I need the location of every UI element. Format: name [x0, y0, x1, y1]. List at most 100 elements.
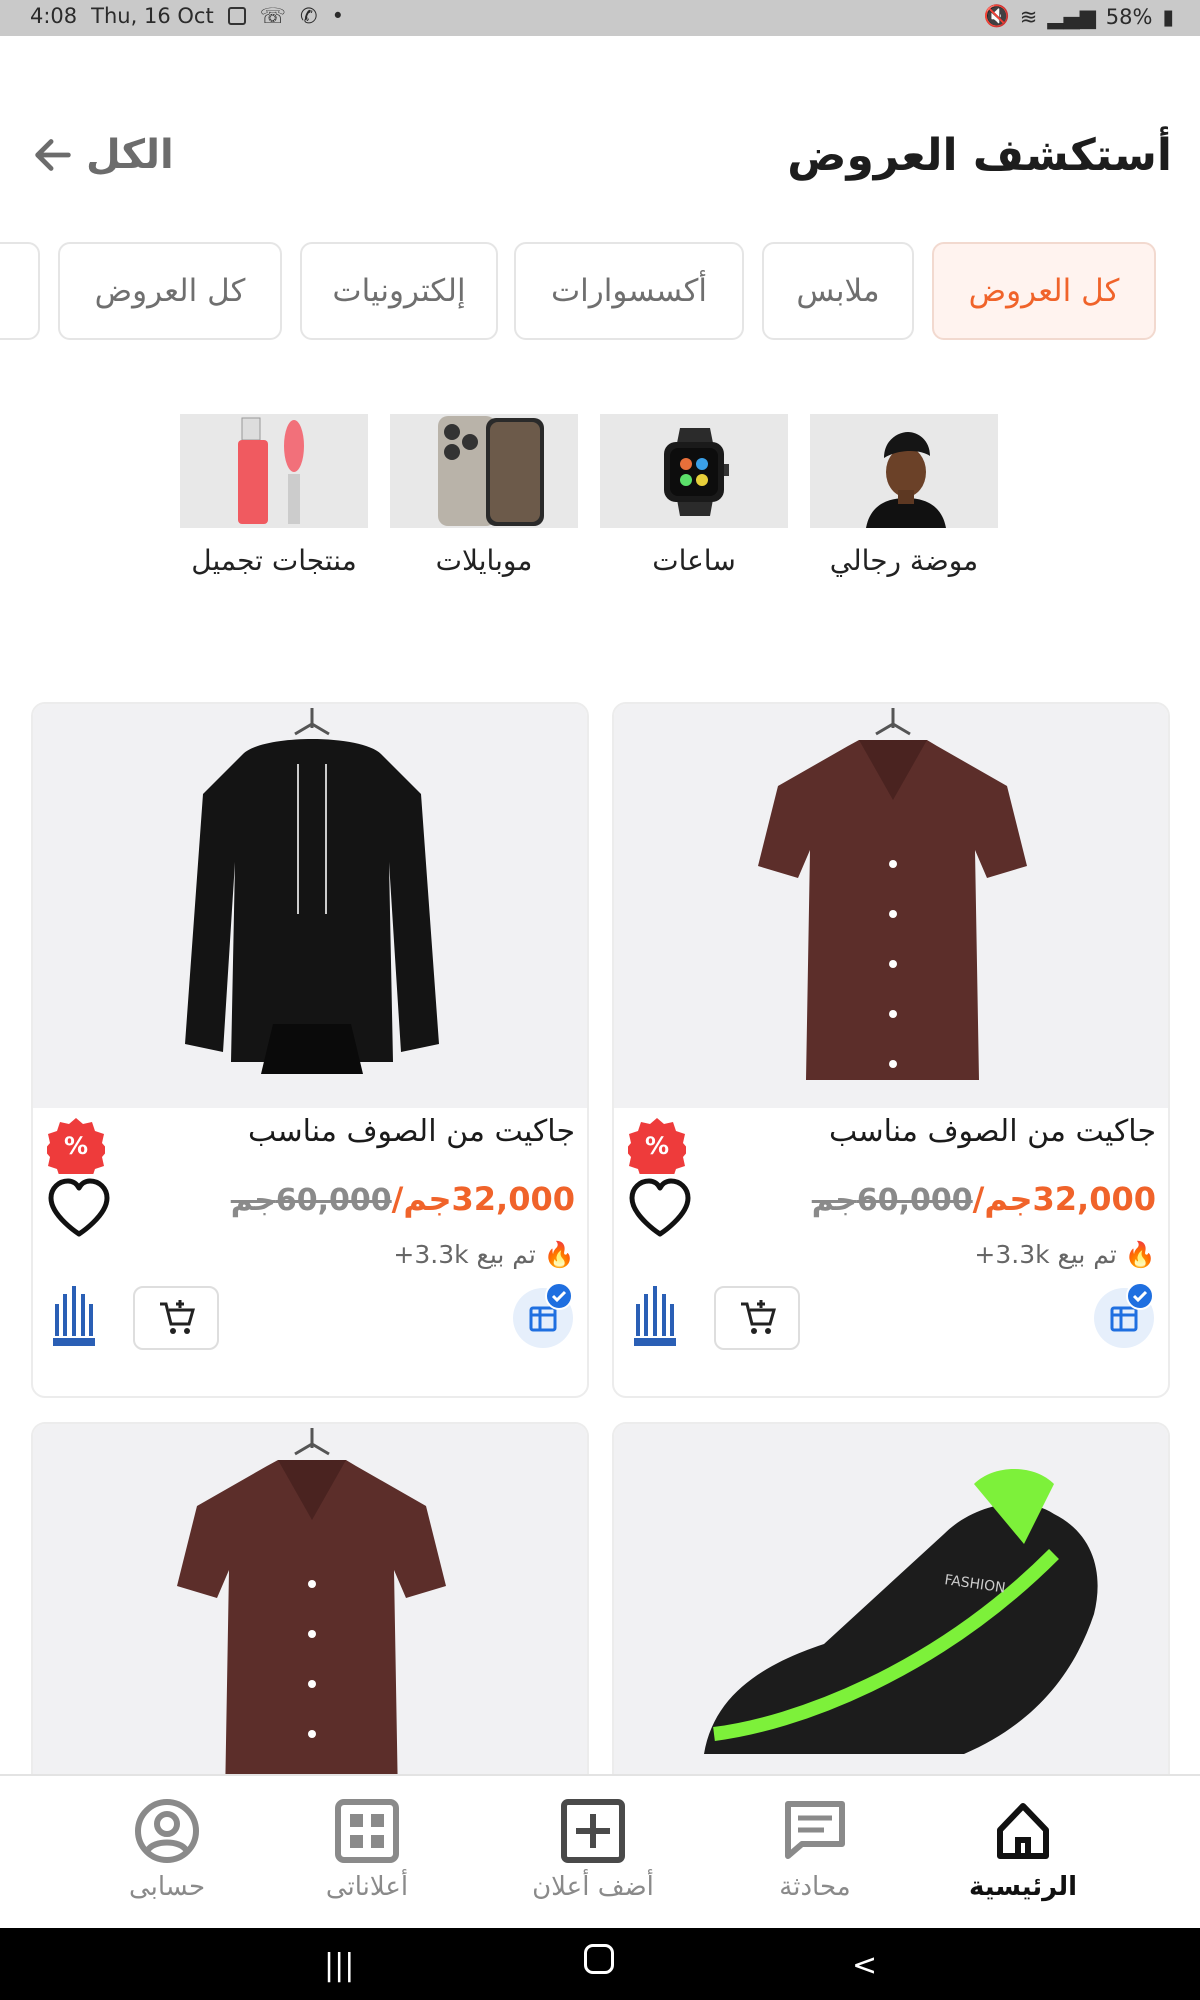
product-image-sneaker: FASHION	[614, 1424, 1168, 1774]
nav-label: الرئيسية	[968, 1872, 1078, 1902]
nav-label: أعلاناتى	[325, 1872, 409, 1902]
chip-all-offers[interactable]: كل العروض	[932, 242, 1156, 340]
bottom-nav: الرئيسية محادثة أضف أعلان أعلاناتى حسابى	[0, 1774, 1200, 1928]
status-date: Thu, 16 Oct	[91, 4, 214, 28]
add-to-cart-button[interactable]	[133, 1286, 219, 1350]
sold-text: تم بيع 3.3k+	[393, 1240, 536, 1269]
grid-icon	[335, 1799, 399, 1863]
product-card[interactable]: جاكيت من الصوف مناسب % 32,000جم/60,000جم…	[612, 702, 1170, 1398]
cart-plus-icon	[160, 1300, 195, 1334]
product-price: 32,000جم/60,000جم	[231, 1180, 575, 1218]
chip-label: كل العروض	[968, 273, 1120, 309]
sold-text: تم بيع 3.3k+	[974, 1240, 1117, 1269]
category-label: منتجات تجميل	[191, 544, 357, 577]
phone-image	[390, 414, 578, 528]
product-card[interactable]	[31, 1422, 589, 1774]
arrow-left-icon	[35, 139, 71, 171]
brand-logo-icon	[634, 1286, 676, 1346]
sold-count: 🔥 تم بيع 3.3k+	[974, 1240, 1156, 1270]
gallery-icon	[227, 7, 246, 25]
category-mobiles[interactable]: موبايلات	[390, 414, 578, 577]
recents-icon[interactable]: |||	[324, 1948, 354, 1983]
dot-icon: •	[331, 4, 344, 28]
svg-text:%: %	[64, 1132, 88, 1160]
nav-label: أضف أعلان	[532, 1872, 654, 1902]
nav-chat[interactable]: محادثة	[730, 1796, 900, 1902]
home-icon	[997, 1803, 1049, 1859]
nav-label: حسابى	[128, 1872, 206, 1902]
favorite-heart-icon[interactable]	[45, 1176, 113, 1240]
fire-icon: 🔥	[1124, 1240, 1156, 1269]
product-price: 32,000جم/60,000جم	[812, 1180, 1156, 1218]
product-image-black-hoodie	[33, 704, 587, 1108]
store-button[interactable]	[513, 1282, 573, 1348]
system-nav-bar: ||| <	[0, 1928, 1200, 2000]
section-header: أستكشف العروض الكل	[0, 130, 1200, 200]
battery-level: 58%	[1105, 4, 1153, 29]
discount-badge-icon: %	[628, 1118, 686, 1174]
product-image-brown-shirt	[33, 1424, 587, 1774]
status-bar: 4:08 Thu, 16 Oct ☏ ✆ • 🔇 ≋ ▂▄▆ 58% ▮	[0, 0, 1200, 36]
account-icon	[135, 1799, 199, 1863]
discount-badge-icon: %	[47, 1118, 105, 1174]
battery-icon: ▮	[1162, 4, 1174, 29]
add-box-icon	[561, 1799, 625, 1863]
nav-home[interactable]: الرئيسية	[938, 1796, 1108, 1902]
category-label: موضة رجالي	[829, 544, 979, 577]
chat-icon	[785, 1801, 845, 1859]
category-men-fashion[interactable]: موضة رجالي	[810, 414, 998, 577]
favorite-heart-icon[interactable]	[626, 1176, 694, 1240]
chip-label: إلكترونيات	[332, 273, 466, 309]
nav-label: محادثة	[779, 1872, 851, 1902]
man-portrait-image	[810, 414, 998, 528]
brand-logo-icon	[53, 1286, 95, 1346]
status-time: 4:08	[30, 4, 78, 28]
cart-plus-icon	[741, 1300, 776, 1334]
see-all-button[interactable]: الكل	[30, 132, 174, 178]
mute-icon: 🔇	[983, 4, 1010, 28]
back-icon[interactable]: <	[852, 1948, 877, 1983]
chip-all-offers-2[interactable]: كل العروض	[58, 242, 282, 340]
nav-add-ad[interactable]: أضف أعلان	[508, 1796, 678, 1902]
home-button-icon[interactable]	[584, 1944, 614, 1974]
chip-partial[interactable]	[0, 242, 40, 340]
whatsapp-icon: ☏	[259, 4, 286, 28]
sold-count: 🔥 تم بيع 3.3k+	[393, 1240, 575, 1270]
current-price: 32,000جم/	[972, 1180, 1156, 1218]
svg-text:%: %	[645, 1132, 669, 1160]
chip-label: كل العروض	[94, 273, 246, 309]
category-watches[interactable]: ساعات	[600, 414, 788, 577]
category-cosmetics[interactable]: منتجات تجميل	[180, 414, 368, 577]
current-price: 32,000جم/	[391, 1180, 575, 1218]
signal-icon: ▂▄▆	[1047, 4, 1096, 29]
lip-gloss-image	[180, 414, 368, 528]
category-label: ساعات	[652, 544, 736, 577]
product-name: جاكيت من الصوف مناسب	[248, 1114, 575, 1149]
missed-call-icon: ✆	[299, 4, 318, 28]
verified-check-icon	[545, 1282, 573, 1310]
wifi-icon: ≋	[1019, 4, 1038, 29]
old-price: 60,000جم	[811, 1183, 973, 1218]
see-all-label: الكل	[86, 132, 174, 178]
category-label: موبايلات	[435, 544, 533, 577]
chip-label: أكسسوارات	[550, 273, 708, 309]
product-card[interactable]: جاكيت من الصوف مناسب % 32,000جم/60,000جم…	[31, 702, 589, 1398]
product-card[interactable]: FASHION	[612, 1422, 1170, 1774]
old-price: 60,000جم	[230, 1183, 392, 1218]
nav-my-ads[interactable]: أعلاناتى	[282, 1796, 452, 1902]
smartwatch-image	[600, 414, 788, 528]
chip-electronics[interactable]: إلكترونيات	[300, 242, 498, 340]
verified-check-icon	[1126, 1282, 1154, 1310]
chip-label: ملابس	[796, 273, 880, 309]
page-title: أستكشف العروض	[787, 130, 1172, 181]
chip-clothes[interactable]: ملابس	[762, 242, 914, 340]
filter-chips: كل العروض ملابس أكسسوارات إلكترونيات كل …	[0, 242, 1200, 340]
chip-accessories[interactable]: أكسسوارات	[514, 242, 744, 340]
add-to-cart-button[interactable]	[714, 1286, 800, 1350]
store-button[interactable]	[1094, 1282, 1154, 1348]
product-image-brown-shirt	[614, 704, 1168, 1108]
category-row: موضة رجالي ساعات موبايلات منتجات تجميل	[0, 414, 1200, 584]
nav-account[interactable]: حسابى	[82, 1796, 252, 1902]
fire-icon: 🔥	[543, 1240, 575, 1269]
product-name: جاكيت من الصوف مناسب	[829, 1114, 1156, 1149]
